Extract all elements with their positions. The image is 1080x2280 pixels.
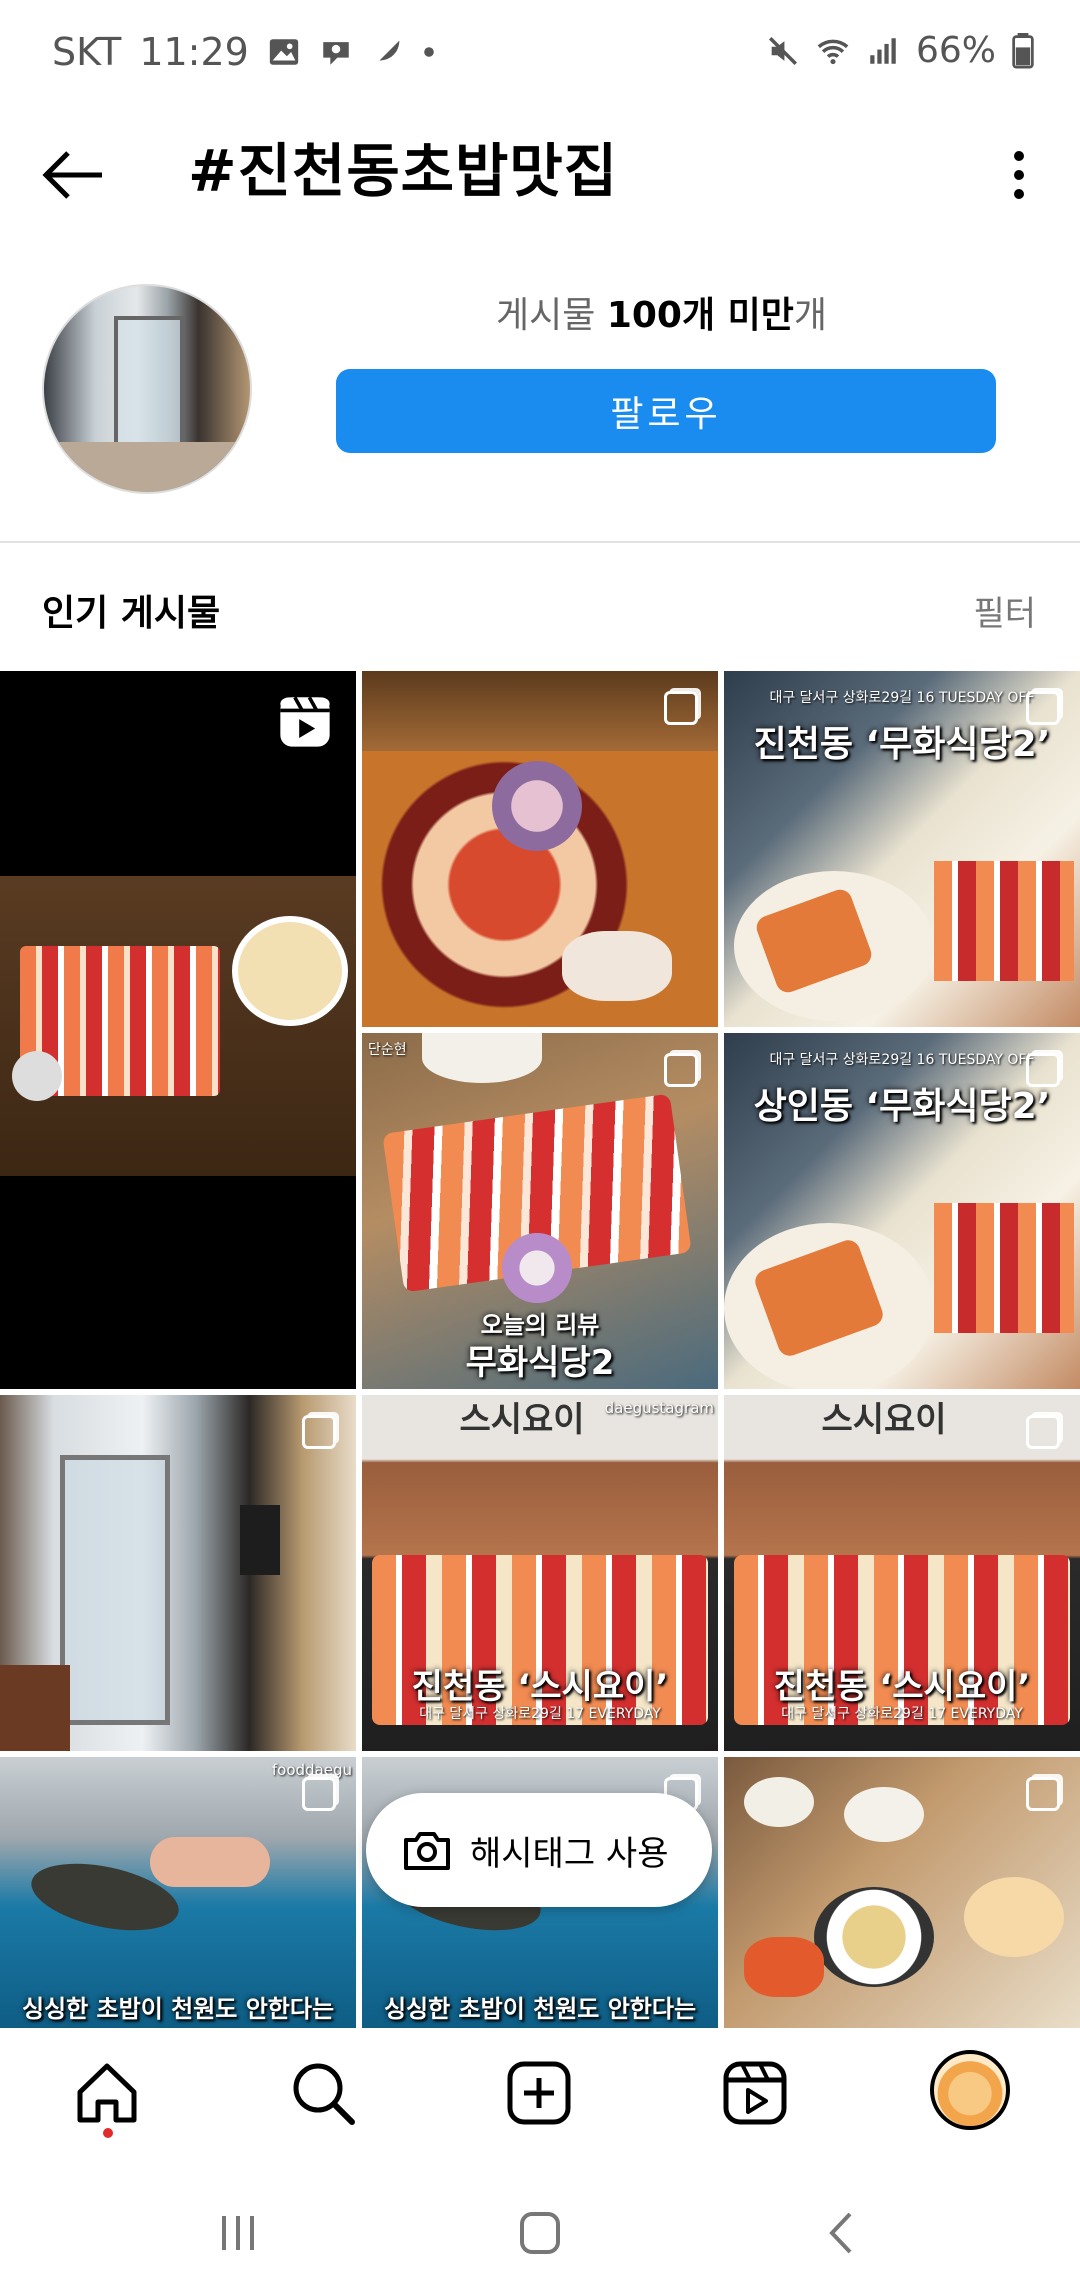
carousel-icon bbox=[1026, 1777, 1060, 1811]
carousel-icon bbox=[1026, 691, 1060, 725]
carousel-icon bbox=[302, 1415, 336, 1449]
status-left: SKT 11:29 bbox=[52, 30, 435, 74]
tile-address-text: 대구 달서구 상화로29길 17 EVERYDAY bbox=[419, 1706, 661, 1722]
hashtag-avatar bbox=[42, 284, 252, 494]
section-divider bbox=[0, 541, 1080, 543]
carousel-icon bbox=[1026, 1415, 1060, 1449]
use-hashtag-button[interactable]: 해시태그 사용 bbox=[366, 1793, 712, 1907]
post-count-label: 게시물 bbox=[496, 295, 596, 336]
carousel-icon bbox=[664, 1053, 698, 1087]
tile-headline: 진천동 ‘스시요이’ bbox=[411, 1667, 669, 1707]
post-count-value: 100개 미만 bbox=[606, 295, 794, 336]
carousel-icon bbox=[664, 691, 698, 725]
post-count: 게시물 100개 미만개 bbox=[496, 286, 827, 338]
wifi-icon bbox=[817, 39, 849, 64]
grid-post[interactable]: 단순현 오늘의 리뷰 무화식당2 bbox=[362, 1033, 718, 1389]
use-hashtag-label: 해시태그 사용 bbox=[470, 1833, 669, 1874]
tile-caption: 싱싱한 초밥이 천원도 안한다는 bbox=[21, 1995, 335, 2023]
battery-icon bbox=[1012, 32, 1034, 69]
reel-icon bbox=[280, 696, 330, 747]
carrier-label: SKT bbox=[52, 30, 122, 74]
home-notification-dot bbox=[103, 2128, 113, 2138]
profile-avatar[interactable] bbox=[930, 2050, 1010, 2130]
carousel-icon bbox=[302, 1777, 336, 1811]
feather-notification-icon bbox=[376, 40, 400, 64]
top-posts-heading: 인기 게시물 bbox=[42, 593, 221, 634]
home-button-icon[interactable] bbox=[510, 2208, 570, 2258]
avatar-floor-shape bbox=[44, 442, 250, 492]
bottom-navigation bbox=[0, 2028, 1080, 2178]
grid-post[interactable] bbox=[724, 1757, 1080, 2028]
grid-post[interactable]: fooddaegu 싱싱한 초밥이 천원도 안한다는 bbox=[0, 1757, 356, 2028]
search-icon[interactable] bbox=[288, 2058, 358, 2128]
status-bar: SKT 11:29 66% bbox=[0, 0, 1080, 110]
hashtag-header: #진천동초밥맛집 bbox=[0, 110, 1080, 270]
tile-sign-text: 스시요이 bbox=[821, 1400, 947, 1440]
mute-icon bbox=[768, 36, 797, 65]
create-post-icon[interactable] bbox=[504, 2058, 574, 2128]
recent-apps-icon[interactable] bbox=[208, 2208, 268, 2258]
tile-headline: 진천동 ‘스시요이’ bbox=[773, 1667, 1031, 1707]
follow-button[interactable]: 팔로우 bbox=[336, 369, 996, 453]
status-right: 66% bbox=[766, 30, 1034, 71]
grid-post[interactable] bbox=[362, 671, 718, 1027]
tile-caption: 싱싱한 초밥이 천원도 안한다는 bbox=[383, 1995, 697, 2023]
grid-post[interactable]: 대구 달서구 상화로29길 16 TUESDAY OFF 진천동 ‘무화식당2’ bbox=[724, 671, 1080, 1027]
signal-icon bbox=[870, 37, 896, 64]
page-title: #진천동초밥맛집 bbox=[188, 137, 619, 205]
more-notifications-dot-icon bbox=[424, 47, 434, 57]
grid-post[interactable]: 대구 달서구 상화로29길 16 TUESDAY OFF 상인동 ‘무화식당2’ bbox=[724, 1033, 1080, 1389]
grid-post[interactable]: 스시요이 daegustagram 진천동 ‘스시요이’ 대구 달서구 상화로2… bbox=[362, 1395, 718, 1751]
back-arrow-icon[interactable] bbox=[38, 140, 108, 210]
more-options-icon[interactable] bbox=[1004, 140, 1034, 210]
tile-caption-bottom: 무화식당2 bbox=[465, 1343, 615, 1383]
tile-handle: daegustagram bbox=[604, 1399, 714, 1417]
time-label: 11:29 bbox=[139, 30, 249, 74]
grid-post[interactable] bbox=[0, 1395, 356, 1751]
back-button-icon[interactable] bbox=[812, 2208, 872, 2258]
carousel-icon bbox=[1026, 1053, 1060, 1087]
system-navigation-bar bbox=[0, 2178, 1080, 2280]
filter-button[interactable]: 필터 bbox=[973, 586, 1036, 635]
camera-icon bbox=[404, 1832, 450, 1870]
tile-address-text: 대구 달서구 상화로29길 17 EVERYDAY bbox=[781, 1706, 1023, 1722]
battery-label: 66% bbox=[915, 30, 996, 71]
post-count-suffix: 개 bbox=[793, 295, 827, 336]
grid-post[interactable] bbox=[0, 671, 356, 1389]
chat-notification-icon bbox=[323, 42, 349, 65]
home-icon[interactable] bbox=[72, 2058, 142, 2128]
gallery-notification-icon bbox=[269, 39, 298, 65]
grid-post[interactable]: 스시요이 진천동 ‘스시요이’ 대구 달서구 상화로29길 17 EVERYDA… bbox=[724, 1395, 1080, 1751]
reels-icon[interactable] bbox=[720, 2058, 790, 2128]
